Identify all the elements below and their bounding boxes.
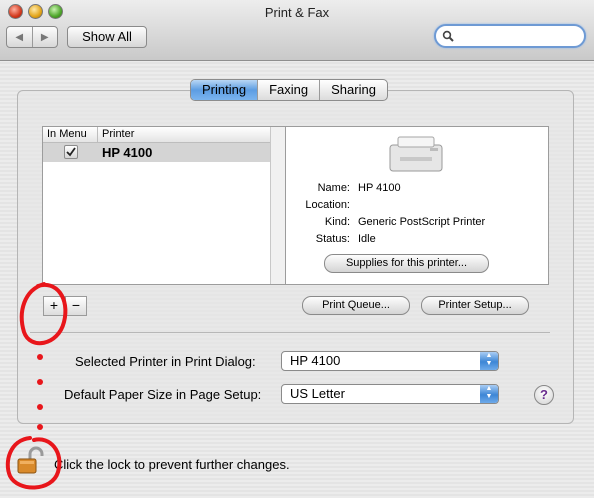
tab-bar: Printing Faxing Sharing — [190, 79, 388, 101]
printer-info-pane: Name: HP 4100 Location: Kind: Generic Po… — [285, 126, 549, 285]
info-name-value: HP 4100 — [358, 182, 401, 194]
lock-message: Click the lock to prevent further change… — [54, 457, 290, 472]
tab-sharing[interactable]: Sharing — [319, 80, 387, 100]
remove-printer-button[interactable]: − — [65, 296, 87, 316]
printer-name: HP 4100 — [102, 145, 153, 160]
printer-setup-button[interactable]: Printer Setup... — [421, 296, 529, 315]
paper-size-popup[interactable]: US Letter ▲ ▼ — [281, 384, 499, 404]
printer-row[interactable]: HP 4100 — [43, 143, 270, 162]
printer-list: In Menu Printer HP 4100 — [42, 126, 287, 285]
column-divider — [97, 127, 98, 142]
help-button[interactable]: ? — [534, 385, 554, 405]
back-arrow-icon[interactable]: ◀ — [7, 27, 32, 47]
back-forward-control: ◀ ▶ — [6, 26, 58, 48]
print-queue-button[interactable]: Print Queue... — [302, 296, 410, 315]
info-kind-label: Kind: — [324, 216, 350, 228]
column-header-printer[interactable]: Printer — [102, 128, 134, 140]
selected-printer-popup[interactable]: HP 4100 ▲ ▼ — [281, 351, 499, 371]
divider — [30, 332, 550, 333]
add-printer-button[interactable]: + — [43, 296, 65, 316]
paper-size-label: Default Paper Size in Page Setup: — [64, 387, 262, 402]
window-title: Print & Fax — [264, 5, 330, 20]
checkmark-icon — [66, 147, 76, 157]
show-all-button[interactable]: Show All — [67, 26, 147, 48]
info-status-label: Status: — [315, 233, 350, 245]
column-header-in-menu[interactable]: In Menu — [47, 128, 87, 140]
title-toolbar: Print & Fax ◀ ▶ Show All — [0, 0, 594, 61]
info-status-value: Idle — [358, 233, 376, 245]
supplies-button[interactable]: Supplies for this printer... — [324, 254, 489, 273]
unlocked-padlock-icon[interactable] — [14, 446, 46, 476]
selected-printer-label: Selected Printer in Print Dialog: — [75, 354, 256, 369]
info-name-label: Name: — [317, 182, 350, 194]
tab-faxing[interactable]: Faxing — [257, 80, 319, 100]
info-location-label: Location: — [305, 199, 350, 211]
annotation-dot — [37, 424, 43, 430]
popup-arrows-icon: ▲ ▼ — [480, 352, 498, 370]
search-field[interactable] — [434, 24, 586, 48]
printer-list-header: In Menu Printer — [43, 127, 270, 143]
in-menu-checkbox[interactable] — [64, 145, 78, 159]
selected-printer-value: HP 4100 — [290, 353, 341, 368]
search-icon — [442, 30, 454, 42]
paper-size-value: US Letter — [290, 386, 345, 401]
popup-arrows-icon: ▲ ▼ — [480, 385, 498, 403]
printer-icon — [389, 136, 443, 172]
tab-printing[interactable]: Printing — [191, 80, 258, 100]
print-and-fax-window: Print & Fax ◀ ▶ Show All Printing Faxing… — [0, 0, 594, 498]
info-kind-value: Generic PostScript Printer — [358, 216, 486, 228]
forward-arrow-icon[interactable]: ▶ — [31, 27, 58, 47]
